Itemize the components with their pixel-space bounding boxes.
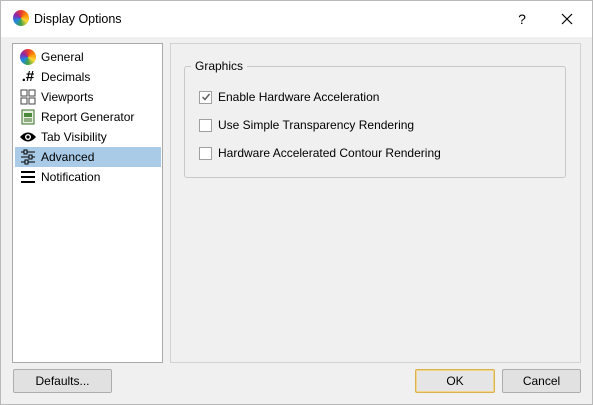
checkmark-icon [201, 93, 210, 101]
viewports-grid-icon [18, 88, 38, 106]
color-wheel-icon [13, 10, 29, 26]
nav-item-label: Notification [41, 170, 101, 184]
checkbox-box[interactable] [199, 146, 212, 160]
close-icon [561, 13, 573, 25]
nav-item-label: Report Generator [41, 110, 135, 124]
nav-item-label: Viewports [41, 90, 94, 104]
close-button[interactable] [548, 3, 586, 35]
nav-item-report-generator[interactable]: Report Generator [15, 107, 161, 127]
eye-icon [18, 128, 38, 146]
title-bar: Display Options ? [1, 1, 592, 37]
defaults-button[interactable]: Defaults... [13, 369, 112, 393]
nav-item-label: Advanced [41, 150, 95, 164]
nav-item-label: Tab Visibility [41, 130, 107, 144]
decimal-hash-icon: .# [21, 68, 35, 85]
display-options-dialog: Display Options ? General .# Decimals Vi… [0, 0, 593, 405]
nav-item-tab-visibility[interactable]: Tab Visibility [15, 127, 161, 147]
sliders-icon [18, 148, 38, 166]
cancel-button[interactable]: Cancel [502, 369, 581, 393]
nav-item-label: General [41, 50, 84, 64]
nav-item-viewports[interactable]: Viewports [15, 87, 161, 107]
color-wheel-icon [18, 48, 38, 66]
simple-transparency-checkbox[interactable]: Use Simple Transparency Rendering [199, 118, 414, 132]
enable-hardware-acceleration-checkbox[interactable]: Enable Hardware Acceleration [199, 90, 379, 104]
help-button[interactable]: ? [506, 3, 538, 35]
options-category-list: General .# Decimals Viewports Report Gen… [12, 43, 163, 363]
window-title: Display Options [34, 12, 122, 26]
nav-item-label: Decimals [41, 70, 91, 84]
nav-item-notification[interactable]: Notification [15, 167, 161, 187]
nav-item-decimals[interactable]: .# Decimals [15, 67, 161, 87]
checkbox-label: Enable Hardware Acceleration [218, 90, 380, 104]
graphics-group-title: Graphics [191, 59, 248, 73]
checkbox-box[interactable] [199, 118, 212, 132]
contour-rendering-checkbox[interactable]: Hardware Accelerated Contour Rendering [199, 146, 441, 160]
checkbox-box[interactable] [199, 90, 212, 104]
report-icon [18, 108, 38, 126]
ok-button[interactable]: OK [415, 369, 495, 393]
checkbox-label: Hardware Accelerated Contour Rendering [218, 146, 441, 160]
menu-lines-icon [18, 168, 38, 186]
nav-item-advanced[interactable]: Advanced [15, 147, 161, 167]
checkbox-label: Use Simple Transparency Rendering [218, 118, 415, 132]
nav-item-general[interactable]: General [15, 47, 161, 67]
